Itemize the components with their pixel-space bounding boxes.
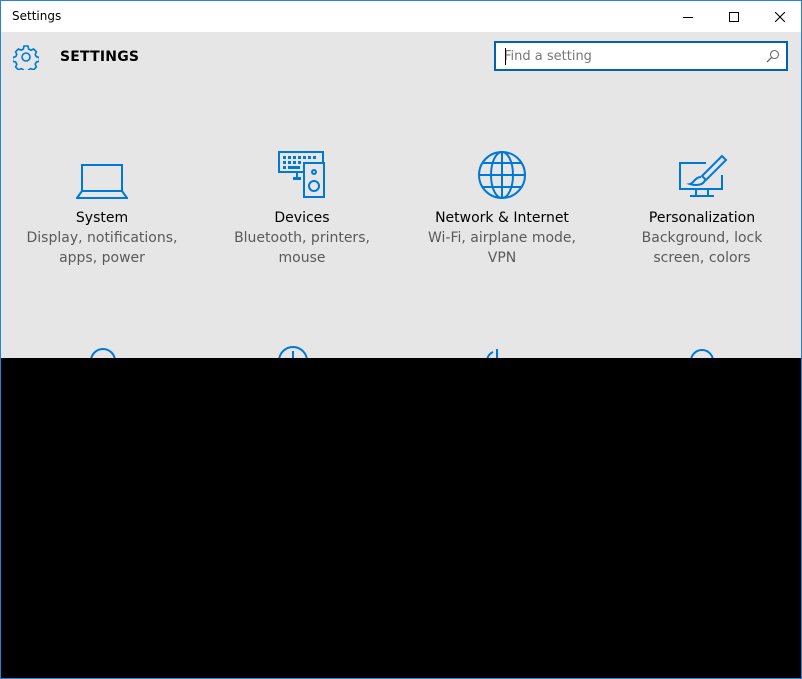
tile-description: VPN [487, 250, 517, 266]
search-box[interactable] [494, 41, 788, 71]
minimize-icon [683, 16, 693, 18]
tile-name: Personalization [648, 210, 756, 226]
personalization-icon [679, 154, 728, 197]
maximize-button[interactable] [711, 1, 757, 32]
tile-personalization[interactable]: Personalization Background, lock screen,… [602, 141, 801, 268]
tile-network-internet[interactable]: Network & Internet Wi-Fi, airplane mode,… [402, 141, 602, 268]
window-title: Settings [12, 9, 62, 23]
search-input[interactable] [504, 46, 754, 66]
search-icon[interactable] [766, 49, 780, 63]
tile-description: Wi-Fi, airplane mode, [428, 230, 576, 246]
devices-icon [278, 151, 325, 198]
globe-icon [478, 151, 526, 199]
close-icon [775, 11, 785, 22]
gear-icon [13, 45, 39, 70]
laptop-icon [76, 164, 128, 199]
minimize-button[interactable] [665, 1, 711, 32]
tile-description: Bluetooth, printers, [234, 230, 370, 246]
settings-header: SETTINGS [1, 32, 801, 82]
settings-window: Settings SETTINGS Find a setting System … [0, 0, 802, 679]
close-button[interactable] [757, 1, 801, 32]
tile-devices[interactable]: Devices Bluetooth, printers, mouse [202, 141, 402, 268]
tile-description: apps, power [59, 250, 145, 266]
tile-name: System [75, 210, 129, 226]
title-bar[interactable]: Settings [1, 1, 801, 32]
maximize-icon [729, 11, 739, 22]
tile-description: Background, lock [641, 230, 763, 246]
tile-name: Network & Internet [435, 210, 569, 226]
blacked-out-region [1, 358, 801, 678]
tile-system[interactable]: System Display, notifications, apps, pow… [2, 141, 202, 268]
text-caret [505, 48, 506, 65]
tile-description: Display, notifications, [26, 230, 178, 246]
page-title: SETTINGS [60, 49, 140, 65]
tile-description: mouse [278, 250, 326, 266]
tile-name: Devices [274, 210, 330, 226]
tile-description: screen, colors [653, 250, 751, 266]
